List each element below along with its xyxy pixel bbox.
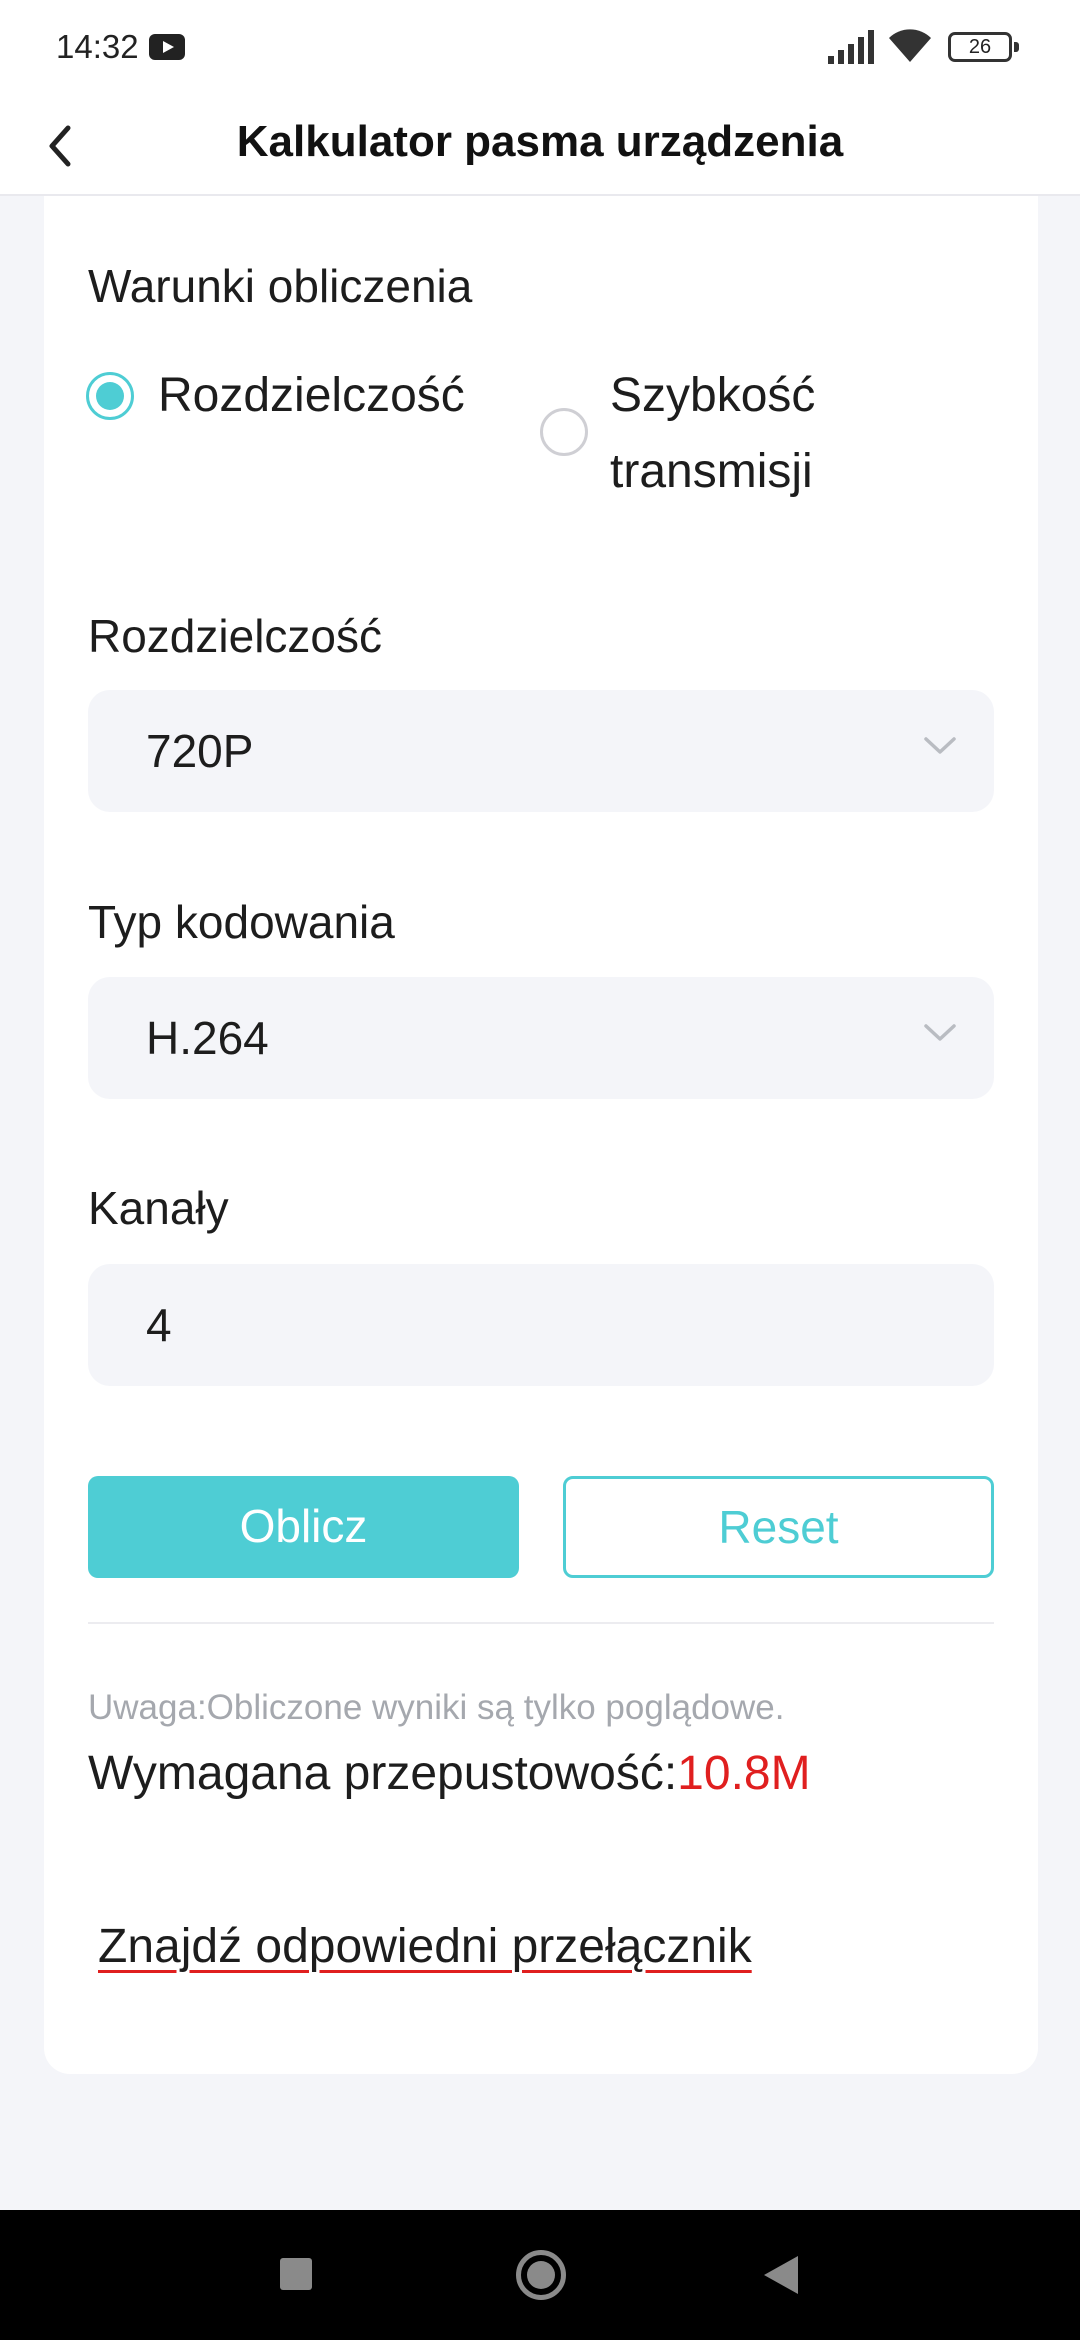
signal-icon	[828, 30, 874, 64]
result-value: 10.8M	[677, 1747, 811, 1800]
channels-value[interactable]: 4	[146, 1295, 172, 1355]
radio-bitrate[interactable]	[540, 408, 588, 456]
reset-button[interactable]: Reset	[563, 1476, 994, 1578]
youtube-notification-icon	[149, 34, 185, 60]
result-label: Wymagana przepustowość:	[88, 1747, 678, 1800]
conditions-title: Warunki obliczenia	[88, 260, 473, 312]
result-note: Uwaga:Obliczone wyniki są tylko poglądow…	[88, 1688, 785, 1727]
back-triangle-icon[interactable]	[764, 2256, 798, 2294]
battery-icon: 26	[948, 32, 1019, 62]
find-switch-link[interactable]: Znajdź odpowiedni przełącznik	[98, 1917, 752, 1977]
calculate-button[interactable]: Oblicz	[88, 1476, 519, 1578]
chevron-down-icon	[924, 737, 956, 754]
radio-resolution[interactable]	[86, 372, 134, 420]
encoding-label: Typ kodowania	[88, 896, 395, 948]
resolution-value: 720P	[146, 725, 254, 777]
radio-bitrate-label-line1[interactable]: Szybkość	[610, 360, 815, 432]
home-icon[interactable]	[516, 2250, 566, 2300]
recent-apps-icon[interactable]	[280, 2258, 312, 2290]
resolution-select[interactable]: 720P	[88, 690, 994, 812]
radio-resolution-label[interactable]: Rozdzielczość	[158, 360, 465, 432]
page-title: Kalkulator pasma urządzenia	[236, 117, 844, 166]
app-header: Kalkulator pasma urządzenia	[0, 96, 1080, 196]
wifi-icon	[889, 29, 931, 62]
resolution-label: Rozdzielczość	[88, 610, 382, 662]
radio-bitrate-label-line2[interactable]: transmisji	[610, 436, 813, 508]
system-nav-bar	[0, 2210, 1080, 2340]
result-line: Wymagana przepustowość:10.8M	[88, 1744, 811, 1804]
channels-label: Kanały	[88, 1182, 229, 1234]
status-time: 14:32	[56, 28, 139, 65]
encoding-select[interactable]: H.264	[88, 977, 994, 1099]
encoding-value: H.264	[146, 1012, 269, 1064]
divider	[88, 1622, 994, 1624]
card-top	[44, 196, 1038, 216]
status-bar: 14:32 26	[0, 0, 1080, 96]
chevron-down-icon	[924, 1024, 956, 1041]
channels-input[interactable]: 4	[88, 1264, 994, 1386]
